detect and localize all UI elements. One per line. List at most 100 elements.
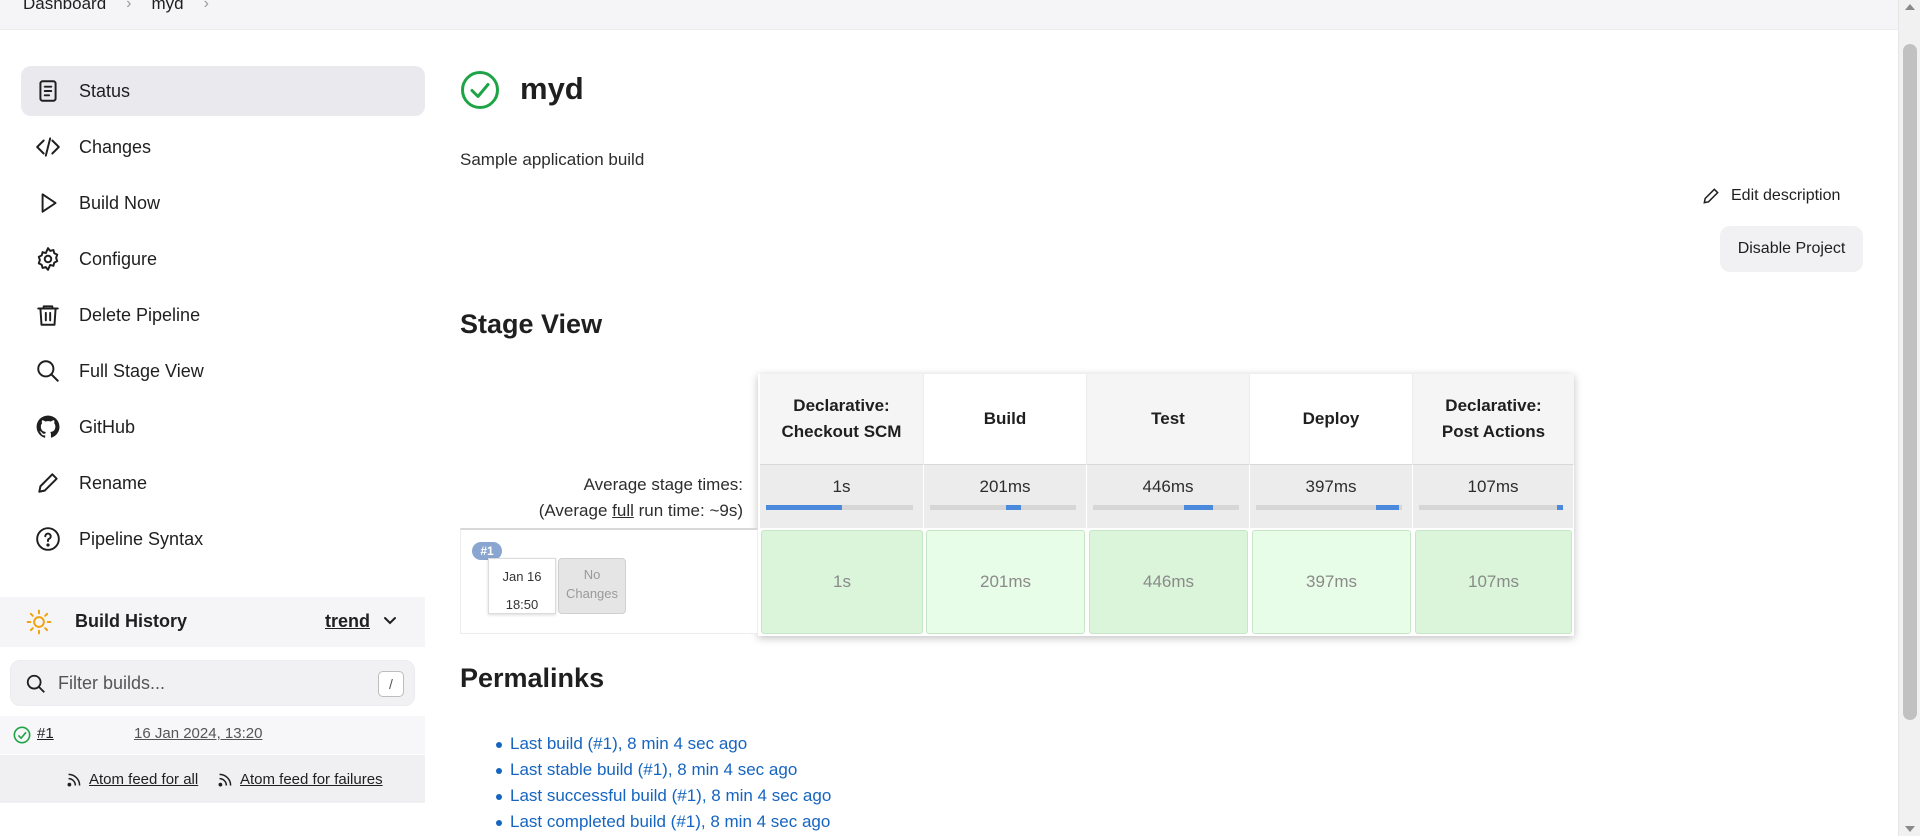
permalink-last-completed-build[interactable]: Last completed build (#1), 8 min 4 sec a… [495, 809, 831, 835]
stage-average-bar-fill [1005, 505, 1021, 510]
stage-average-cell: 107ms [1413, 464, 1574, 528]
stage-header: Build [924, 374, 1087, 464]
page-title: myd [520, 71, 584, 106]
sidebar-item-delete-pipeline[interactable]: Delete Pipeline [21, 290, 425, 340]
search-icon [26, 674, 45, 693]
rss-icon [218, 773, 232, 787]
stage-header: Test [1087, 374, 1250, 464]
stage-name-line1: Declarative: [793, 396, 890, 415]
build-history-header: Build History trend [0, 597, 425, 647]
build-date-link[interactable]: 16 Jan 2024, 13:20 [134, 725, 262, 742]
stage-run-cell[interactable]: 201ms [926, 530, 1085, 634]
play-icon [35, 190, 61, 216]
page-scrollbar[interactable] [1898, 0, 1920, 836]
sidebar-item-label: Pipeline Syntax [79, 528, 204, 549]
stage-average-bar [1256, 505, 1402, 510]
scroll-down-arrow[interactable] [1905, 826, 1915, 832]
permalinks-list: Last build (#1), 8 min 4 sec ago Last st… [495, 731, 831, 835]
sidebar-item-label: GitHub [79, 416, 136, 437]
run-time: 18:50 [505, 597, 539, 612]
sidebar-item-changes[interactable]: Changes [21, 122, 425, 172]
sidebar-item-pipeline-syntax[interactable]: Pipeline Syntax [21, 514, 425, 564]
stage-header: Declarative: Checkout SCM [760, 374, 924, 464]
chevron-down-icon[interactable] [382, 613, 398, 629]
build-number-link[interactable]: #1 [37, 725, 54, 742]
build-history-row[interactable]: #1 16 Jan 2024, 13:20 [0, 716, 425, 754]
atom-feed-failures-link[interactable]: Atom feed for failures [217, 771, 383, 788]
breadcrumb: Dashboard › myd › [23, 0, 209, 14]
run-date: Jan 16 [502, 569, 542, 584]
scrollbar-thumb[interactable] [1903, 44, 1917, 720]
edit-description-link[interactable]: Edit description [1701, 186, 1840, 206]
filter-builds-input[interactable]: Filter builds... / [10, 660, 415, 706]
code-icon [35, 134, 61, 160]
stage-average-bar-fill [1183, 505, 1213, 510]
permalink-last-stable-build[interactable]: Last stable build (#1), 8 min 4 sec ago [495, 757, 831, 783]
atom-feed-all-link[interactable]: Atom feed for all [66, 771, 198, 788]
filter-builds-placeholder: Filter builds... [58, 673, 166, 693]
sidebar-item-full-stage-view[interactable]: Full Stage View [21, 346, 425, 396]
stage-average-time: 201ms [979, 477, 1031, 496]
sidebar-item-label: Status [79, 80, 131, 101]
success-icon [13, 726, 31, 744]
breadcrumb-myd[interactable]: myd [152, 0, 184, 14]
breadcrumb-dashboard[interactable]: Dashboard [23, 0, 106, 14]
atom-feed-all-label: Atom feed for all [89, 771, 199, 788]
sidebar-item-configure[interactable]: Configure [21, 234, 425, 284]
stage-average-bar [930, 505, 1076, 510]
edit-description-label: Edit description [1731, 187, 1841, 204]
permalink-last-build[interactable]: Last build (#1), 8 min 4 sec ago [495, 731, 831, 757]
sidebar-item-label: Configure [79, 248, 158, 269]
gear-icon [35, 246, 61, 272]
stage-name-line1: Declarative: [1445, 396, 1542, 415]
average-stage-times-label: Average stage times: (Average full run t… [460, 472, 743, 524]
trend-link[interactable]: trend [325, 611, 370, 632]
main-content: myd Sample application build Edit descri… [460, 0, 1880, 836]
sidebar-item-label: Build Now [79, 192, 161, 213]
avg-label-full: full [612, 501, 634, 520]
run-date-box[interactable]: Jan 16 18:50 [488, 558, 556, 614]
disable-project-button[interactable]: Disable Project [1720, 226, 1863, 272]
stage-average-bar [1093, 505, 1239, 510]
stage-run-cell[interactable]: 397ms [1252, 530, 1411, 634]
stage-average-time: 107ms [1467, 477, 1519, 496]
scroll-up-arrow[interactable] [1905, 4, 1915, 10]
search-icon [35, 358, 61, 384]
stage-run-cell[interactable]: 446ms [1089, 530, 1248, 634]
stage-average-time: 446ms [1142, 477, 1194, 496]
avg-label-pre: (Average [538, 501, 613, 520]
stage-average-bar-fill [766, 505, 843, 510]
sidebar-item-label: Delete Pipeline [79, 304, 201, 325]
success-icon [461, 71, 499, 109]
permalink-last-successful-build[interactable]: Last successful build (#1), 8 min 4 sec … [495, 783, 831, 809]
stage-header: Declarative: Post Actions [1413, 374, 1574, 464]
stage-average-bar [766, 505, 913, 510]
sun-icon [26, 609, 52, 635]
run-changes-box: No Changes [558, 558, 626, 614]
status-icon [35, 78, 61, 104]
sidebar-nav: Status Changes Build Now Configure Delet… [21, 66, 425, 570]
github-icon [35, 414, 61, 440]
sidebar-item-github[interactable]: GitHub [21, 402, 425, 452]
stage-average-cell: 397ms [1250, 464, 1413, 528]
sidebar-item-rename[interactable]: Rename [21, 458, 425, 508]
atom-feed-failures-label: Atom feed for failures [240, 771, 383, 788]
stage-name-line1: Build [983, 409, 1027, 428]
pencil-icon [1703, 188, 1719, 204]
chevron-right-icon[interactable]: › [204, 0, 209, 13]
sidebar-item-status[interactable]: Status [21, 66, 425, 116]
sidebar-item-label: Changes [79, 136, 152, 157]
stage-name-line2: Post Actions [1441, 422, 1546, 441]
sidebar-item-label: Rename [79, 472, 148, 493]
keyboard-shortcut-hint: / [378, 671, 404, 697]
avg-label-post: run time: ~9s) [633, 501, 743, 520]
stage-run-cell[interactable]: 107ms [1415, 530, 1572, 634]
stage-run-cell[interactable]: 1s [761, 530, 923, 634]
project-description: Sample application build [460, 150, 645, 169]
rss-icon [67, 773, 81, 787]
sidebar-item-build-now[interactable]: Build Now [21, 178, 425, 228]
trash-icon [35, 302, 61, 328]
stage-average-bar [1419, 505, 1563, 510]
stage-average-bar-fill [1375, 505, 1400, 510]
stage-view-title: Stage View [460, 309, 603, 339]
